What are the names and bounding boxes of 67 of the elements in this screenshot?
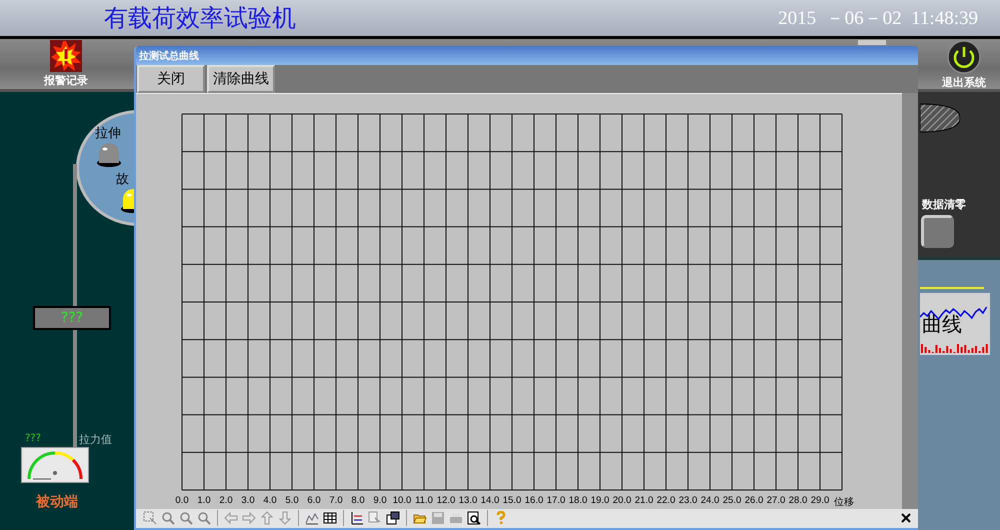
x-tick-label: 9.0 bbox=[373, 494, 387, 506]
window-icon[interactable] bbox=[385, 510, 401, 526]
power-icon bbox=[947, 40, 981, 74]
axes-icon[interactable] bbox=[349, 510, 365, 526]
x-tick-label: 5.0 bbox=[285, 494, 299, 506]
side-label: 被动端 bbox=[36, 493, 78, 511]
up-arrow-icon[interactable] bbox=[259, 510, 275, 526]
x-tick-label: 7.0 bbox=[329, 494, 343, 506]
curve-button[interactable]: 曲线 bbox=[920, 293, 990, 355]
clear-curve-button[interactable]: 清除曲线 bbox=[207, 65, 275, 93]
left-arrow-icon[interactable] bbox=[223, 510, 239, 526]
reset-button[interactable] bbox=[921, 215, 954, 248]
x-tick-label: 17.0 bbox=[546, 494, 566, 506]
lamp-label: 故 bbox=[116, 171, 129, 188]
close-icon[interactable] bbox=[900, 512, 912, 524]
x-tick-label: 12.0 bbox=[436, 494, 456, 506]
select-icon[interactable] bbox=[142, 510, 158, 526]
x-tick-label: 1.0 bbox=[197, 494, 211, 506]
indicator-panel bbox=[858, 40, 886, 45]
x-tick-label: 11.0 bbox=[415, 494, 433, 506]
zoom-icon[interactable] bbox=[196, 510, 212, 526]
x-tick-label: 24.0 bbox=[700, 494, 720, 506]
x-tick-label: 6.0 bbox=[307, 494, 321, 506]
down-arrow-icon[interactable] bbox=[277, 510, 293, 526]
x-tick-label: 29.0 bbox=[810, 494, 830, 506]
x-tick-label: 25.0 bbox=[722, 494, 742, 506]
exit-button[interactable]: 退出系统 bbox=[942, 39, 986, 90]
preview-icon[interactable] bbox=[466, 510, 482, 526]
x-tick-label: 22.0 bbox=[656, 494, 676, 506]
x-tick-label: 3.0 bbox=[241, 494, 255, 506]
alarm-icon bbox=[50, 40, 82, 72]
x-tick-label: 27.0 bbox=[766, 494, 786, 506]
close-button[interactable]: 关闭 bbox=[137, 65, 205, 93]
gauge-label: 拉力值 bbox=[79, 432, 112, 447]
grid-icon[interactable] bbox=[322, 510, 338, 526]
x-tick-label: 28.0 bbox=[788, 494, 808, 506]
x-tick-label: 4.0 bbox=[263, 494, 277, 506]
x-tick-label: 14.0 bbox=[480, 494, 500, 506]
save-icon[interactable] bbox=[430, 510, 446, 526]
highlight-line bbox=[920, 287, 984, 289]
gauge-icon bbox=[21, 447, 89, 483]
app-title: 有载荷效率试验机 bbox=[104, 3, 297, 34]
right-arrow-icon[interactable] bbox=[241, 510, 257, 526]
alarm-log-button[interactable]: 报警记录 bbox=[44, 40, 88, 88]
dialog-title: 拉测试总曲线 bbox=[139, 50, 199, 63]
x-tick-label: 2.0 bbox=[219, 494, 233, 506]
curve-thumbnail-icon bbox=[920, 293, 990, 355]
x-tick-label: 21.0 bbox=[634, 494, 654, 506]
x-tick-label: 10.0 bbox=[392, 494, 412, 506]
x-tick-label: 16.0 bbox=[524, 494, 544, 506]
zoom-out-icon[interactable] bbox=[178, 510, 194, 526]
x-tick-label: 15.0 bbox=[502, 494, 522, 506]
x-tick-label: 8.0 bbox=[351, 494, 365, 506]
x-tick-label: 0.0 bbox=[175, 494, 189, 506]
date-time: 2015 －06－02 11:48:39 bbox=[778, 7, 978, 31]
x-tick-label: 20.0 bbox=[612, 494, 632, 506]
zoom-in-icon[interactable] bbox=[160, 510, 176, 526]
x-tick-label: 13.0 bbox=[458, 494, 478, 506]
x-tick-label: 26.0 bbox=[744, 494, 764, 506]
x-tick-label: 19.0 bbox=[590, 494, 610, 506]
x-tick-label: 23.0 bbox=[678, 494, 698, 506]
display-value: ??? bbox=[60, 310, 84, 326]
gauge-reading: ??? bbox=[25, 433, 41, 444]
reset-label: 数据清零 bbox=[922, 197, 966, 212]
x-tick-label: 18.0 bbox=[568, 494, 588, 506]
x-axis-label: 位移 bbox=[834, 496, 854, 509]
lamp-label: 拉伸 bbox=[95, 125, 121, 142]
